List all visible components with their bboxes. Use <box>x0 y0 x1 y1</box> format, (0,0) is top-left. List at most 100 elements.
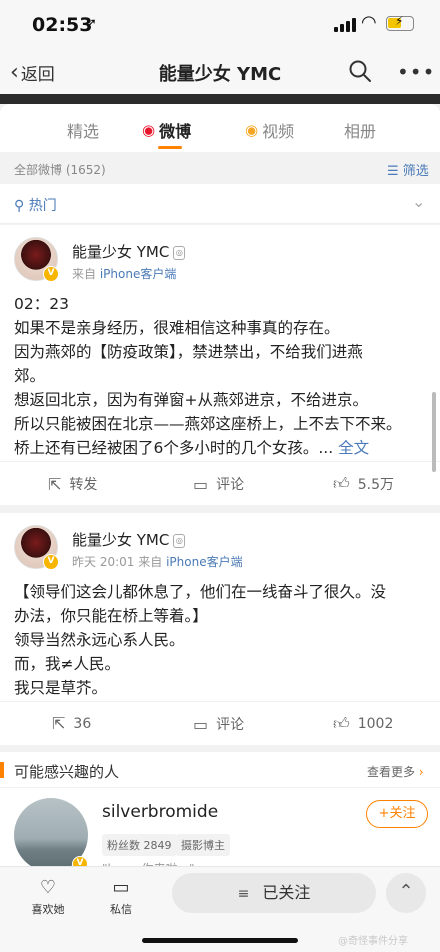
battery-icon: ⚡ <box>386 14 414 31</box>
hot-label-wrap: ⚲ 热门 <box>14 195 57 215</box>
filter-button[interactable]: ☰ 筛选 <box>387 160 429 179</box>
watermark: @奇怪事件分享 <box>338 936 408 947</box>
post-meta: 昨天 20:01 来自 iPhone客户端 <box>72 553 243 570</box>
post-line: 郊。 <box>14 367 46 385</box>
status-time: 02:53 <box>32 14 93 36</box>
comment-label: 评论 <box>216 717 245 733</box>
cellular-signal-icon <box>334 18 356 32</box>
message-button[interactable]: ▭ 私信 <box>93 877 149 917</box>
filter-label: 筛选 <box>402 164 429 179</box>
home-indicator[interactable] <box>142 938 298 943</box>
status-bar: 02:53 ➚ ◠ ⚡ <box>0 0 440 50</box>
message-label: 私信 <box>110 903 132 916</box>
weibo-count: 全部微博 (1652) <box>14 163 106 177</box>
scroll-top-button[interactable]: ⌃ <box>386 873 426 913</box>
chevron-up-icon: ⌃ <box>398 881 414 902</box>
post-line: 想返回北京，因为有弹窗+从燕郊进京，不给进京。 <box>14 391 368 409</box>
heart-icon: ♡ <box>39 877 57 898</box>
thumbs-up-icon: 👍︎ <box>333 474 350 493</box>
tab-album[interactable]: 相册 <box>344 118 376 142</box>
like-count: 1002 <box>357 716 394 732</box>
follower-count-tag: 粉丝数 2849 <box>102 834 177 856</box>
post-line: 如果不是亲身经历，很难相信这种事真的存在。 <box>14 319 340 337</box>
page-title: 能量少女 YMC <box>158 64 282 85</box>
post-card[interactable]: V 能量少女 YMC ◎ 来自 iPhone客户端 02：23 如果不是亲身经历，… <box>0 225 440 505</box>
verified-badge-icon: V <box>43 266 59 282</box>
post-actions: ⇱ 转发 ▭ 评论 👍︎ 5.5万 <box>0 461 440 503</box>
location-pin-icon: ⚲ <box>14 198 25 214</box>
tab-video[interactable]: ◉ 视频 <box>245 118 294 142</box>
post-line: 02：23 <box>14 295 69 313</box>
post-line: 我只是草芥。 <box>14 679 108 697</box>
like-count: 5.5万 <box>357 477 394 493</box>
post-line: 而，我≠人民。 <box>14 655 120 673</box>
tab-weibo-label: 微博 <box>159 122 192 141</box>
post-source-prefix: 来自 <box>138 555 163 569</box>
section-accent <box>0 762 4 778</box>
read-more-link[interactable]: 全文 <box>338 439 369 457</box>
like-button[interactable]: 👍︎ 5.5万 <box>333 474 394 494</box>
post-source-prefix: 来自 <box>72 267 97 281</box>
post-body[interactable]: 【领导们这会儿都休息了，他们在一线奋斗了很久。没 办法，你只能在桥上等着。】 领… <box>14 580 428 700</box>
suggested-header: 可能感兴趣的人 查看更多 › <box>0 752 440 788</box>
feed-count-bar: 全部微博 (1652) ☰ 筛选 <box>0 152 440 184</box>
header-divider <box>0 94 440 104</box>
filter-icon: ☰ <box>387 164 399 179</box>
repost-icon: ⇱ <box>48 474 62 494</box>
see-more-link[interactable]: 查看更多 › <box>367 763 424 780</box>
chevron-right-icon: › <box>418 765 424 779</box>
like-user-button[interactable]: ♡ 喜欢她 <box>20 877 76 917</box>
post-source[interactable]: iPhone客户端 <box>166 555 243 569</box>
hot-section-header[interactable]: ⚲ 热门 ⌄ <box>0 184 440 224</box>
post-body[interactable]: 02：23 如果不是亲身经历，很难相信这种事真的存在。 因为燕郊的【防疫政策】，… <box>14 292 428 460</box>
like-button[interactable]: 👍︎ 1002 <box>333 714 393 734</box>
post-meta: 来自 iPhone客户端 <box>72 265 176 282</box>
suggested-title: 可能感兴趣的人 <box>14 763 120 781</box>
tab-weibo[interactable]: ◉ 微博 <box>142 118 191 142</box>
comment-button[interactable]: ▭ 评论 <box>193 714 244 734</box>
repost-count: 36 <box>73 715 92 732</box>
comment-button[interactable]: ▭ 评论 <box>193 474 244 494</box>
post-source[interactable]: iPhone客户端 <box>100 267 177 281</box>
repost-button[interactable]: ⇱ 转发 <box>48 474 97 494</box>
followed-button[interactable]: ≡ 已关注 <box>172 873 376 913</box>
repost-label: 转发 <box>69 477 98 493</box>
post-author[interactable]: 能量少女 YMC ◎ <box>72 241 186 262</box>
nav-bar: ‹ 返回 能量少女 YMC ••• <box>0 50 440 94</box>
thumbs-up-icon: 👍︎ <box>333 714 350 733</box>
member-badge-icon: ◎ <box>173 245 186 260</box>
followed-label: 已关注 <box>262 883 311 902</box>
avatar[interactable]: V <box>14 237 59 282</box>
comment-icon: ▭ <box>193 714 209 734</box>
chat-icon: ▭ <box>112 877 130 898</box>
comment-label: 评论 <box>216 477 245 493</box>
weibo-logo-icon: ◉ <box>142 121 156 139</box>
active-tab-indicator <box>158 146 182 149</box>
post-card[interactable]: V 能量少女 YMC ◎ 昨天 20:01 来自 iPhone客户端 【领导们这会… <box>0 513 440 745</box>
post-line: 领导当然永远心系人民。 <box>14 631 185 649</box>
see-more-label: 查看更多 <box>367 765 416 779</box>
suggested-user-name[interactable]: silverbromide <box>102 802 218 822</box>
follow-button[interactable]: +关注 <box>366 800 428 828</box>
post-author[interactable]: 能量少女 YMC ◎ <box>72 529 186 550</box>
video-icon: ◉ <box>245 121 259 139</box>
repost-icon: ⇱ <box>52 714 66 733</box>
search-icon[interactable] <box>348 59 372 83</box>
chevron-down-icon[interactable]: ⌄ <box>412 192 425 211</box>
tab-video-label: 视频 <box>262 122 295 141</box>
post-line: 桥上还有已经被困了6个多小时的几个女孩。... <box>14 439 334 457</box>
more-options-icon[interactable]: ••• <box>397 60 435 84</box>
tab-featured[interactable]: 精选 <box>67 118 99 142</box>
menu-lines-icon: ≡ <box>237 886 250 902</box>
post-line: 所以只能被困在北京——燕郊这座桥上，上不去下不来。 <box>14 415 402 433</box>
category-tag: 摄影博主 <box>176 834 230 856</box>
post-line: 【领导们这会儿都休息了，他们在一线奋斗了很久。没 <box>14 583 387 601</box>
verified-badge-icon: V <box>43 554 59 570</box>
scrollbar[interactable] <box>432 392 436 472</box>
post-author-name: 能量少女 YMC <box>72 531 170 549</box>
wifi-icon: ◠ <box>361 12 377 33</box>
suggested-user-avatar[interactable]: V <box>14 798 88 872</box>
avatar[interactable]: V <box>14 525 59 570</box>
repost-button[interactable]: ⇱ 36 <box>52 714 91 733</box>
member-badge-icon: ◎ <box>173 533 186 548</box>
